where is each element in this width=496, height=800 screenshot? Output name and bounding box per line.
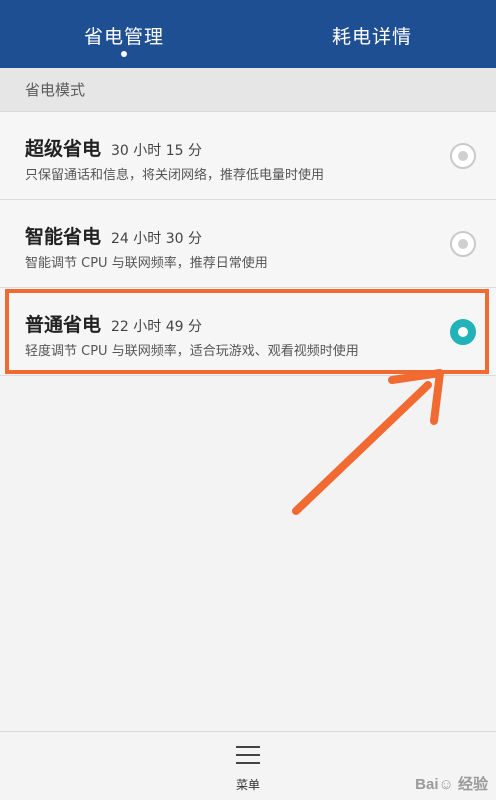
radio-button[interactable] — [450, 143, 476, 169]
mode-title-line: 普通省电 22 小时 49 分 — [25, 310, 202, 337]
section-title: 省电模式 — [25, 81, 86, 99]
menu-button[interactable]: 菜单 — [218, 742, 278, 797]
tab-power-consumption-details[interactable]: 耗电详情 — [248, 0, 496, 68]
radio-button-selected[interactable] — [450, 319, 476, 345]
mode-description: 轻度调节 CPU 与联网频率，适合玩游戏、观看视频时使用 — [25, 344, 359, 359]
arrow-head — [388, 369, 444, 425]
tab-label: 省电管理 — [83, 26, 164, 48]
radio-dot — [458, 151, 468, 161]
top-tab-bar: 省电管理 耗电详情 — [0, 0, 496, 68]
tab-power-saving-management[interactable]: 省电管理 — [0, 0, 248, 68]
menu-label: 菜单 — [235, 778, 260, 792]
radio-dot — [458, 239, 468, 249]
mode-time: 30 小时 15 分 — [111, 143, 202, 159]
bottom-bar: 菜单 Bai☺ 经验 — [0, 731, 496, 800]
mode-time: 22 小时 49 分 — [111, 319, 202, 335]
tab-label: 耗电详情 — [331, 26, 412, 48]
menu-icon — [236, 746, 260, 766]
mode-title-line: 智能省电 24 小时 30 分 — [25, 222, 202, 249]
section-header: 省电模式 — [0, 68, 496, 112]
mode-name: 智能省电 — [25, 226, 102, 248]
radio-button[interactable] — [450, 231, 476, 257]
mode-time: 24 小时 30 分 — [111, 231, 202, 247]
mode-name: 普通省电 — [25, 314, 102, 336]
mode-description: 只保留通话和信息，将关闭网络，推荐低电量时使用 — [25, 168, 325, 183]
mode-title-line: 超级省电 30 小时 15 分 — [25, 134, 202, 161]
power-mode-list: 超级省电 30 小时 15 分 只保留通话和信息，将关闭网络，推荐低电量时使用 … — [0, 112, 496, 376]
mode-item-smart[interactable]: 智能省电 24 小时 30 分 智能调节 CPU 与联网频率，推荐日常使用 — [0, 200, 496, 288]
mode-name: 超级省电 — [25, 138, 102, 160]
radio-dot — [458, 327, 468, 337]
arrow-shaft — [292, 381, 432, 515]
watermark-logo: Bai☺ 经验 — [415, 776, 488, 793]
mode-item-super[interactable]: 超级省电 30 小时 15 分 只保留通话和信息，将关闭网络，推荐低电量时使用 — [0, 112, 496, 200]
mode-item-normal[interactable]: 普通省电 22 小时 49 分 轻度调节 CPU 与联网频率，适合玩游戏、观看视… — [0, 288, 496, 376]
active-tab-indicator — [121, 51, 127, 57]
mode-description: 智能调节 CPU 与联网频率，推荐日常使用 — [25, 256, 268, 271]
